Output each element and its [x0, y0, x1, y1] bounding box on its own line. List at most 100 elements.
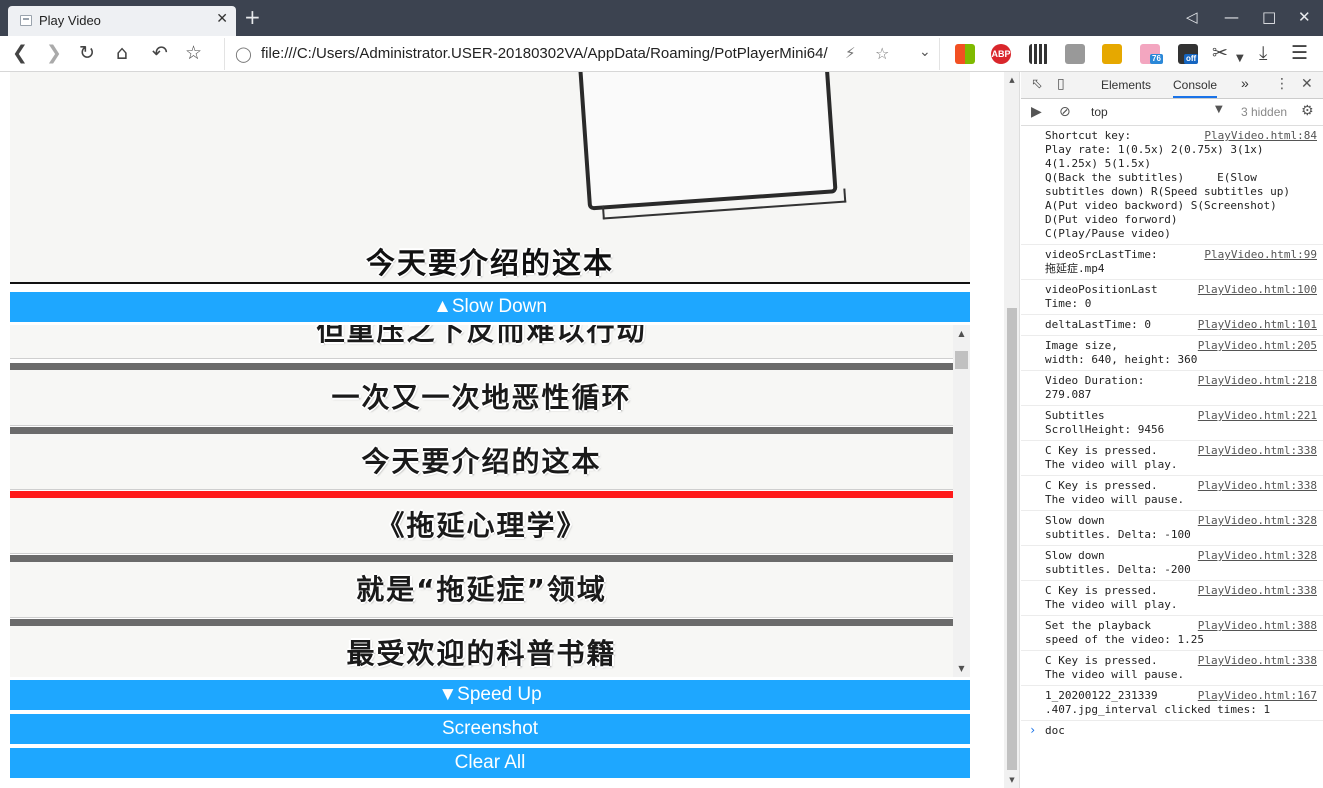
scrollbar-thumb[interactable] [955, 351, 968, 369]
subtitle-item[interactable]: 今天要介绍的这本 [10, 434, 953, 490]
scissors-dropdown-icon[interactable]: ▼ [1236, 48, 1244, 70]
subtitle-item[interactable]: 但重压之下反而难以行动 [10, 325, 953, 359]
scroll-up-icon[interactable]: ▲ [1004, 76, 1020, 84]
console-message: PlayVideo.html:101 deltaLastTime: 0 [1021, 315, 1323, 336]
source-link[interactable]: PlayVideo.html:99 [1204, 248, 1317, 262]
source-link[interactable]: PlayVideo.html:338 [1198, 479, 1317, 493]
source-link[interactable]: PlayVideo.html:338 [1198, 444, 1317, 458]
subtitle-item[interactable]: 就是“拖延症”领域 [10, 562, 953, 618]
browser-toolbar: ❮ ❯ ↻ ⌂ ↶ ☆ ◯ file:///C:/Users/Administr… [0, 36, 1323, 72]
screenshot-button[interactable]: Screenshot [10, 714, 970, 744]
source-link[interactable]: PlayVideo.html:328 [1198, 514, 1317, 528]
scroll-down-icon[interactable]: ▼ [953, 664, 970, 673]
close-tab-icon[interactable]: ✕ [216, 11, 228, 27]
console-prompt[interactable]: › doc [1021, 721, 1323, 740]
subtitle-item-current[interactable]: 《拖延心理学》 [10, 498, 953, 554]
inspect-element-icon[interactable]: ⬁ [1031, 76, 1043, 92]
speed-up-button[interactable]: ▼Speed Up [10, 680, 970, 710]
devtools-tab-bar: ⬁ ▯ Elements Console » ⋮ ✕ [1021, 72, 1323, 99]
clear-all-button[interactable]: Clear All [10, 748, 970, 778]
device-toolbar-icon[interactable]: ▯ [1057, 76, 1065, 92]
subtitle-item[interactable]: 一次又一次地恶性循环 [10, 370, 953, 426]
tampermonkey-icon[interactable] [1102, 44, 1122, 64]
source-link[interactable]: PlayVideo.html:100 [1198, 283, 1317, 297]
new-tab-icon[interactable]: + [244, 7, 261, 27]
console-message: PlayVideo.html:218 Video Duration: 279.08… [1021, 371, 1323, 406]
message-text: Slow down subtitles. Delta: -200 [1045, 549, 1191, 576]
video-frame-book-drawing [576, 72, 838, 211]
message-text: Shortcut key: Play rate: 1(0.5x) 2(0.75x… [1045, 129, 1291, 240]
page-scrollbar[interactable]: ▲ ▼ [1004, 72, 1020, 788]
source-link[interactable]: PlayVideo.html:388 [1198, 619, 1317, 633]
console-output[interactable]: PlayVideo.html:84 Shortcut key: Play rate… [1021, 126, 1323, 788]
bookmark-star-icon[interactable]: ☆ [185, 42, 202, 64]
subtitle-item[interactable]: 最受欢迎的科普书籍 [10, 626, 953, 677]
message-text: Image size, width: 640, height: 360 [1045, 339, 1198, 366]
tab-elements[interactable]: Elements [1101, 78, 1151, 92]
menu-icon[interactable]: ☰ [1291, 42, 1308, 64]
tab-console[interactable]: Console [1173, 78, 1218, 98]
message-text: deltaLastTime: 0 [1045, 318, 1151, 331]
source-link[interactable]: PlayVideo.html:328 [1198, 549, 1317, 563]
address-bar[interactable]: ◯ file:///C:/Users/Administrator.USER-20… [224, 38, 940, 70]
cat-extension-icon[interactable]: 76 [1140, 44, 1163, 64]
lightning-icon[interactable]: ⚡ [845, 44, 856, 62]
subtitle-list[interactable]: 但重压之下反而难以行动 一次又一次地恶性循环 今天要介绍的这本 《拖延心理学》 … [10, 325, 970, 677]
source-link[interactable]: PlayVideo.html:338 [1198, 654, 1317, 668]
console-message: PlayVideo.html:328 Slow down subtitles. D… [1021, 546, 1323, 581]
message-text: C Key is pressed. The video will play. [1045, 444, 1178, 471]
maximize-icon[interactable]: □ [1262, 8, 1276, 26]
clear-console-icon[interactable]: ⊘ [1059, 104, 1071, 120]
message-text: Set the playback speed of the video: 1.2… [1045, 619, 1204, 646]
reload-icon[interactable]: ↻ [79, 42, 95, 64]
console-message: PlayVideo.html:84 Shortcut key: Play rate… [1021, 126, 1323, 245]
forward-icon[interactable]: ❯ [46, 42, 62, 64]
home-icon[interactable]: ⌂ [116, 42, 128, 64]
source-link[interactable]: PlayVideo.html:84 [1204, 129, 1317, 143]
scroll-down-icon[interactable]: ▼ [1004, 776, 1020, 784]
source-link[interactable]: PlayVideo.html:338 [1198, 584, 1317, 598]
back-icon[interactable]: ❮ [12, 42, 28, 64]
undo-icon[interactable]: ↶ [152, 42, 168, 64]
scroll-up-icon[interactable]: ▲ [953, 329, 970, 338]
browser-tab[interactable]: Play Video ✕ [8, 6, 236, 36]
context-selector[interactable]: top [1091, 105, 1108, 119]
address-text[interactable]: file:///C:/Users/Administrator.USER-2018… [261, 45, 828, 62]
sidebar-toggle-icon[interactable]: ▶ [1031, 104, 1042, 120]
favorite-star-icon[interactable]: ☆ [875, 44, 889, 63]
source-link[interactable]: PlayVideo.html:101 [1198, 318, 1317, 332]
console-message: PlayVideo.html:328 Slow down subtitles. D… [1021, 511, 1323, 546]
hidden-count: 3 hidden [1241, 105, 1288, 119]
tab-title: Play Video [39, 13, 101, 28]
subtitle-separator [10, 555, 953, 562]
more-tabs-icon[interactable]: » [1241, 75, 1249, 91]
scrollbar-thumb[interactable] [1007, 308, 1017, 770]
slow-down-button[interactable]: ▲Slow Down [10, 292, 970, 322]
cat-badge: 76 [1150, 54, 1163, 64]
chevron-down-icon[interactable]: ⌄ [919, 44, 931, 60]
eraser-icon[interactable] [1065, 44, 1085, 64]
download-icon[interactable]: ⤓ [1259, 42, 1267, 64]
close-devtools-icon[interactable]: ✕ [1301, 76, 1313, 92]
close-window-icon[interactable]: ✕ [1298, 8, 1311, 26]
source-link[interactable]: PlayVideo.html:205 [1198, 339, 1317, 353]
shirt-skin-icon[interactable]: ◁ [1186, 8, 1198, 26]
source-link[interactable]: PlayVideo.html:221 [1198, 409, 1317, 423]
source-link[interactable]: PlayVideo.html:167 [1198, 689, 1317, 703]
context-dropdown-icon[interactable]: ▼ [1215, 104, 1223, 115]
video-player[interactable]: 今天要介绍的这本 [10, 72, 970, 284]
subtitle-scrollbar[interactable]: ▲ ▼ [953, 325, 970, 677]
scissors-icon[interactable]: ✂ [1212, 42, 1228, 64]
minimize-icon[interactable]: — [1224, 8, 1239, 26]
shield-icon: ◯ [235, 45, 252, 63]
adblock-plus-icon[interactable]: ABP [991, 44, 1011, 64]
source-link[interactable]: PlayVideo.html:218 [1198, 374, 1317, 388]
kebab-menu-icon[interactable]: ⋮ [1275, 76, 1289, 92]
ei-off-icon[interactable]: off [1178, 44, 1199, 64]
qr-code-icon[interactable] [1029, 44, 1049, 64]
subtitle-separator [10, 427, 953, 434]
console-message: PlayVideo.html:167 1_20200122_231339 .407… [1021, 686, 1323, 721]
windows-extension-icon[interactable] [955, 44, 975, 64]
gear-icon[interactable]: ⚙ [1301, 103, 1314, 119]
console-input[interactable]: doc [1045, 724, 1065, 737]
